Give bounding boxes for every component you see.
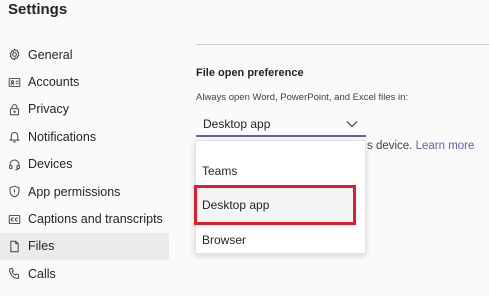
sidebar-item-label: App permissions — [28, 184, 121, 199]
id-card-icon — [8, 76, 21, 89]
select-value: Desktop app — [203, 116, 271, 131]
sidebar-item-calls[interactable]: Calls — [0, 260, 169, 287]
sidebar-item-label: Accounts — [28, 75, 80, 90]
option-teams[interactable]: Teams — [196, 154, 365, 188]
sidebar-item-label: Files — [28, 239, 55, 254]
lock-icon — [8, 103, 21, 116]
sidebar-item-accounts[interactable]: Accounts — [0, 68, 169, 95]
settings-sidebar: General Accounts Privacy Notifications D… — [0, 41, 169, 288]
sidebar-item-captions[interactable]: Captions and transcripts — [0, 205, 169, 232]
partial-device-text: s device. — [367, 140, 413, 152]
section-divider — [196, 44, 489, 45]
sidebar-item-label: Privacy — [28, 102, 69, 117]
learn-more-link[interactable]: Learn more — [416, 140, 475, 152]
sidebar-item-privacy[interactable]: Privacy — [0, 96, 169, 123]
sidebar-item-devices[interactable]: Devices — [0, 151, 169, 178]
shield-icon — [8, 185, 21, 198]
sidebar-item-app-permissions[interactable]: App permissions — [0, 178, 169, 205]
option-browser[interactable]: Browser — [196, 223, 365, 257]
file-open-select[interactable]: Desktop app — [196, 112, 366, 137]
section-description: Always open Word, PowerPoint, and Excel … — [196, 92, 409, 103]
page-title: Settings — [8, 1, 68, 18]
partial-description: s device. Learn more — [367, 140, 474, 152]
section-title: File open preference — [196, 67, 304, 79]
gear-icon — [8, 48, 21, 61]
phone-icon — [8, 267, 21, 280]
sidebar-item-label: Devices — [28, 157, 73, 172]
option-desktop-app[interactable]: Desktop app — [196, 188, 365, 222]
sidebar-item-label: Notifications — [28, 129, 97, 144]
sidebar-item-files[interactable]: Files — [0, 232, 169, 261]
chevron-down-icon — [346, 120, 358, 128]
sidebar-item-label: Calls — [28, 266, 56, 281]
sidebar-item-general[interactable]: General — [0, 41, 169, 68]
cc-icon — [8, 213, 21, 226]
bell-icon — [8, 130, 21, 144]
headset-icon — [8, 158, 21, 171]
sidebar-item-notifications[interactable]: Notifications — [0, 123, 169, 150]
dropdown-menu: Teams Desktop app Browser — [195, 140, 366, 254]
sidebar-item-label: Captions and transcripts — [28, 212, 163, 227]
sidebar-item-label: General — [28, 47, 73, 62]
file-icon — [8, 240, 21, 253]
